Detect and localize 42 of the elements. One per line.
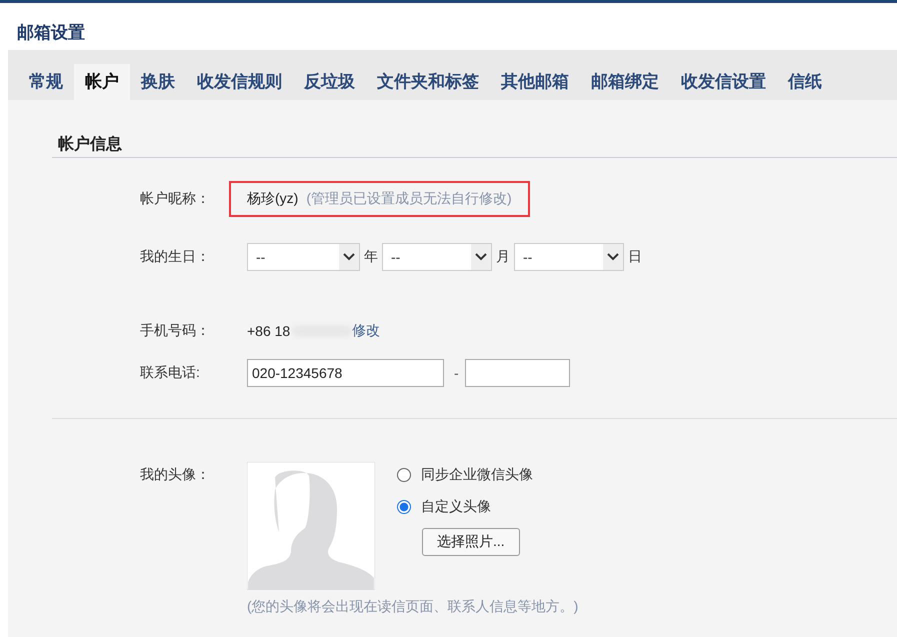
tab[interactable]: 反垃圾 <box>293 64 366 100</box>
edit-link[interactable]: 修改 <box>352 322 380 340</box>
date-select[interactable]: -- <box>514 243 624 271</box>
tab[interactable]: 收发信规则 <box>186 64 293 100</box>
field-label: 帐户昵称： <box>139 190 211 208</box>
nickname-note: (管理员已设置成员无法自行修改) <box>306 190 512 208</box>
tab[interactable]: 收发信设置 <box>670 64 777 100</box>
page-title: 邮箱设置 <box>16 22 86 44</box>
date-unit: 月 <box>496 248 510 266</box>
tab[interactable]: 常规 <box>18 64 74 100</box>
tab[interactable]: 文件夹和标签 <box>366 64 490 100</box>
radio-button[interactable] <box>397 468 411 482</box>
mobile-number: +86 18 <box>247 323 290 339</box>
nickname-text: 杨珍(yz) <box>247 190 298 208</box>
choose-photo-button[interactable]: 选择照片... <box>422 528 520 556</box>
radio-option[interactable]: 自定义头像 <box>397 496 491 518</box>
date-select[interactable]: -- <box>382 243 492 271</box>
radio-option[interactable]: 同步企业微信头像 <box>397 464 533 486</box>
tab[interactable]: 信纸 <box>777 64 833 100</box>
avatar-note: (您的头像将会出现在读信页面、联系人信息等地方。) <box>247 598 578 616</box>
tab[interactable]: 换肤 <box>130 64 186 100</box>
phone-field[interactable]: 020-12345678 <box>247 359 444 387</box>
chevron-down-icon <box>343 253 355 261</box>
date-unit: 年 <box>364 248 378 266</box>
chevron-down-icon <box>475 253 487 261</box>
field-label: 联系电话: <box>139 364 201 382</box>
extension-field[interactable] <box>464 359 570 387</box>
tab[interactable]: 帐户 <box>74 64 130 100</box>
radio-button[interactable] <box>397 500 411 514</box>
field-label: 我的生日： <box>139 248 211 266</box>
separator: - <box>454 365 459 381</box>
chevron-down-icon <box>607 253 619 261</box>
tab[interactable]: 其他邮箱 <box>490 64 580 100</box>
radio-label: 同步企业微信头像 <box>421 466 533 484</box>
date-unit: 日 <box>628 248 642 266</box>
field-label: 手机号码： <box>139 322 211 340</box>
date-select[interactable]: -- <box>247 243 360 271</box>
avatar-placeholder-icon <box>247 462 375 590</box>
field-label: 我的头像： <box>139 465 211 484</box>
radio-label: 自定义头像 <box>421 498 491 516</box>
tab[interactable]: 邮箱绑定 <box>580 64 670 100</box>
section-title: 帐户信息 <box>57 134 123 154</box>
